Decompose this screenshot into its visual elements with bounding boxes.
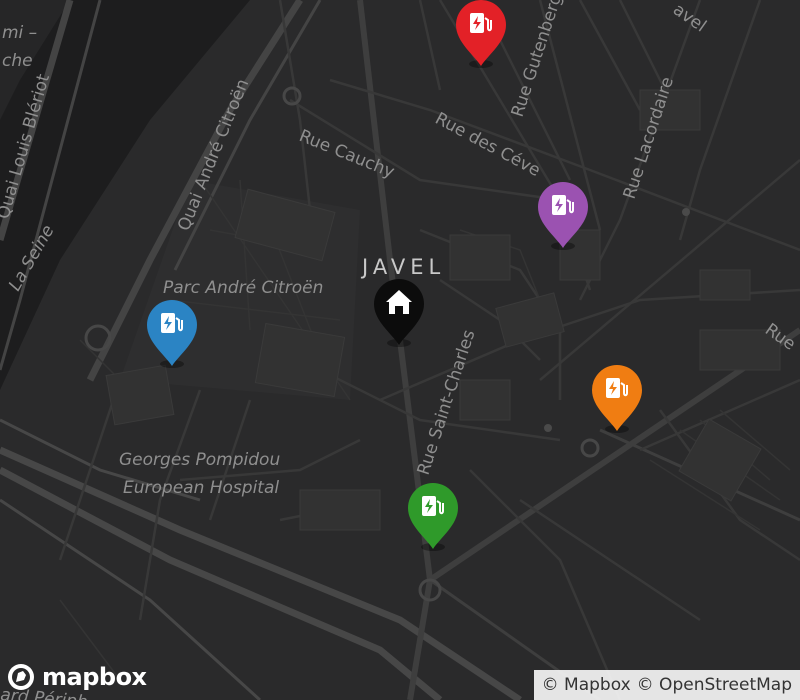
- map-base-layer[interactable]: mi – che Quai Louis Blériot La Seine Qua…: [0, 0, 800, 700]
- label-parc-andre-citroen: Parc André Citroën: [163, 278, 323, 298]
- ev-marker-red[interactable]: [454, 0, 508, 70]
- attribution-bar: © Mapbox © OpenStreetMap: [533, 670, 800, 700]
- label-edge-top-left-1: mi –: [2, 23, 37, 43]
- label-edge-top-left-2: che: [2, 51, 33, 71]
- ev-marker-purple[interactable]: [536, 180, 590, 252]
- ev-marker-orange[interactable]: [590, 363, 644, 435]
- home-marker[interactable]: [372, 277, 426, 349]
- map-canvas[interactable]: mi – che Quai Louis Blériot La Seine Qua…: [0, 0, 800, 700]
- attribution-mapbox-link[interactable]: © Mapbox: [542, 675, 631, 695]
- label-district-javel: JAVEL: [360, 255, 445, 279]
- label-hospital-line1: Georges Pompidou: [119, 450, 280, 470]
- label-rue-gutenberg: Rue Gutenberg: [508, 0, 567, 120]
- ev-marker-green[interactable]: [406, 481, 460, 553]
- attribution-osm-link[interactable]: © OpenStreetMap: [637, 675, 792, 695]
- mapbox-logo-text: mapbox: [42, 663, 147, 691]
- mapbox-logo-icon: [8, 664, 34, 690]
- ev-marker-blue[interactable]: [145, 298, 199, 370]
- mapbox-logo[interactable]: mapbox: [6, 662, 147, 692]
- label-hospital-line2: European Hospital: [123, 478, 279, 498]
